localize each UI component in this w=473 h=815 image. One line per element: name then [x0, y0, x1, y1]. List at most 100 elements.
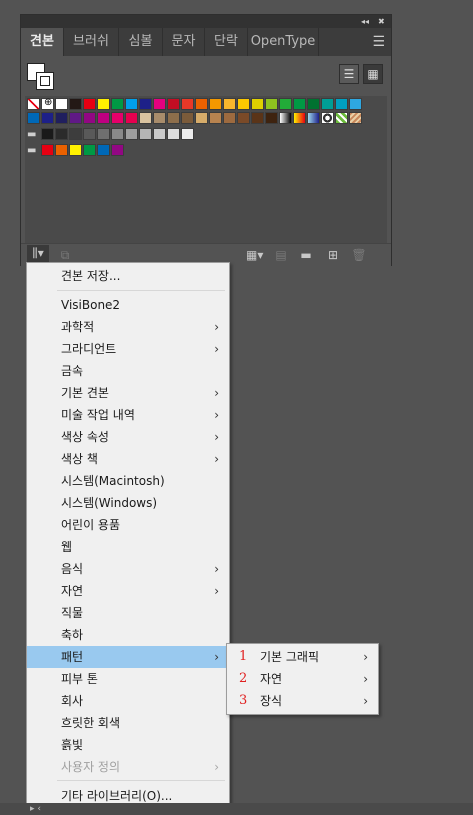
- color-swatch[interactable]: [55, 98, 68, 110]
- new-color-group-icon[interactable]: ▬: [298, 247, 314, 263]
- color-swatch[interactable]: [265, 112, 278, 124]
- menu-item[interactable]: 그라디언트 ›: [27, 338, 229, 360]
- color-swatch[interactable]: [97, 112, 110, 124]
- folder-icon[interactable]: ▬: [27, 130, 39, 140]
- menu-item[interactable]: VisiBone2: [27, 294, 229, 316]
- color-swatch[interactable]: [153, 112, 166, 124]
- menu-item[interactable]: 흙빛: [27, 734, 229, 756]
- menu-item[interactable]: 사용자 정의 ›: [27, 756, 229, 778]
- menu-item[interactable]: 직물: [27, 602, 229, 624]
- menu-item[interactable]: 흐릿한 회색: [27, 712, 229, 734]
- color-swatch[interactable]: [167, 128, 180, 140]
- delete-swatch-icon[interactable]: 🗑: [351, 247, 367, 263]
- tab-brushes[interactable]: 브러쉬: [64, 28, 119, 56]
- color-swatch[interactable]: [55, 128, 68, 140]
- color-swatch[interactable]: [237, 112, 250, 124]
- place-swatches-icon[interactable]: ⧉: [57, 247, 73, 263]
- color-swatch[interactable]: [181, 112, 194, 124]
- menu-item[interactable]: 어린이 용품: [27, 514, 229, 536]
- color-swatch[interactable]: [181, 98, 194, 110]
- hamburger-menu-icon[interactable]: ☰: [372, 28, 385, 56]
- submenu-item[interactable]: 3 장식 ›: [227, 690, 378, 712]
- menu-item[interactable]: 시스템(Windows): [27, 492, 229, 514]
- submenu-item[interactable]: 1 기본 그래픽 ›: [227, 646, 378, 668]
- pattern-swatch[interactable]: [349, 112, 362, 124]
- color-swatch[interactable]: [209, 112, 222, 124]
- color-swatch[interactable]: [279, 98, 292, 110]
- color-swatch[interactable]: [69, 112, 82, 124]
- tab-opentype[interactable]: OpenType: [248, 28, 319, 56]
- pattern-swatch[interactable]: [335, 112, 348, 124]
- gradient-swatch[interactable]: [307, 112, 320, 124]
- none-swatch[interactable]: [27, 98, 40, 110]
- color-swatch[interactable]: [69, 128, 82, 140]
- color-swatch[interactable]: [125, 112, 138, 124]
- color-swatch[interactable]: [293, 98, 306, 110]
- color-swatch[interactable]: [153, 98, 166, 110]
- tab-paragraph[interactable]: 단락: [205, 28, 248, 56]
- gradient-swatch[interactable]: [279, 112, 292, 124]
- color-swatch[interactable]: [111, 144, 124, 156]
- color-swatch[interactable]: [83, 144, 96, 156]
- menu-item[interactable]: 자연 ›: [27, 580, 229, 602]
- color-swatch[interactable]: [41, 112, 54, 124]
- color-swatch[interactable]: [69, 98, 82, 110]
- double-chevron-icon[interactable]: ▸ ‹: [30, 804, 41, 814]
- color-swatch[interactable]: [83, 112, 96, 124]
- color-swatch[interactable]: [111, 98, 124, 110]
- menu-item[interactable]: 패턴 ›: [27, 646, 229, 668]
- color-swatch[interactable]: [111, 112, 124, 124]
- color-swatch[interactable]: [97, 144, 110, 156]
- color-swatch[interactable]: [69, 144, 82, 156]
- color-swatch[interactable]: [167, 112, 180, 124]
- menu-item[interactable]: 견본 저장...: [27, 265, 229, 287]
- color-swatch[interactable]: [195, 112, 208, 124]
- color-swatch[interactable]: [335, 98, 348, 110]
- color-swatch[interactable]: [139, 128, 152, 140]
- submenu-item[interactable]: 2 자연 ›: [227, 668, 378, 690]
- menu-item[interactable]: 금속: [27, 360, 229, 382]
- menu-item[interactable]: 피부 톤: [27, 668, 229, 690]
- color-swatch[interactable]: [55, 112, 68, 124]
- menu-item[interactable]: 회사: [27, 690, 229, 712]
- show-swatch-kinds-icon[interactable]: ▦▾: [246, 247, 263, 263]
- swatch-options-icon[interactable]: ▤: [273, 247, 289, 263]
- color-swatch[interactable]: [55, 144, 68, 156]
- color-swatch[interactable]: [223, 112, 236, 124]
- close-icon[interactable]: ✖: [378, 15, 385, 28]
- tab-symbols[interactable]: 심볼: [119, 28, 163, 56]
- list-view-icon[interactable]: ☰: [339, 64, 359, 84]
- new-swatch-icon[interactable]: ⊞: [325, 247, 341, 263]
- menu-item[interactable]: 축하: [27, 624, 229, 646]
- menu-item[interactable]: 음식 ›: [27, 558, 229, 580]
- menu-item[interactable]: 웹: [27, 536, 229, 558]
- registration-swatch[interactable]: ⊕: [41, 97, 54, 110]
- color-swatch[interactable]: [237, 98, 250, 110]
- color-swatch[interactable]: [139, 98, 152, 110]
- color-swatch[interactable]: [97, 128, 110, 140]
- color-swatch[interactable]: [251, 98, 264, 110]
- color-swatch[interactable]: [181, 128, 194, 140]
- color-swatch[interactable]: [97, 98, 110, 110]
- tab-character[interactable]: 문자: [163, 28, 205, 56]
- color-swatch[interactable]: [223, 98, 236, 110]
- stroke-color-swatch[interactable]: [36, 72, 54, 90]
- color-swatch[interactable]: [111, 128, 124, 140]
- color-swatch[interactable]: [125, 98, 138, 110]
- tab-swatches[interactable]: 견본: [21, 28, 64, 56]
- color-swatch[interactable]: [265, 98, 278, 110]
- color-swatch[interactable]: [83, 98, 96, 110]
- pattern-swatch[interactable]: [321, 112, 334, 124]
- color-swatch[interactable]: [349, 98, 362, 110]
- color-swatch[interactable]: [41, 144, 54, 156]
- color-swatch[interactable]: [83, 128, 96, 140]
- color-swatch[interactable]: [307, 98, 320, 110]
- color-swatch[interactable]: [321, 98, 334, 110]
- grid-view-icon[interactable]: ▦: [363, 64, 383, 84]
- color-swatch[interactable]: [139, 112, 152, 124]
- menu-item[interactable]: 미술 작업 내역 ›: [27, 404, 229, 426]
- color-swatch[interactable]: [209, 98, 222, 110]
- color-swatch[interactable]: [167, 98, 180, 110]
- color-swatch[interactable]: [195, 98, 208, 110]
- gradient-swatch[interactable]: [293, 112, 306, 124]
